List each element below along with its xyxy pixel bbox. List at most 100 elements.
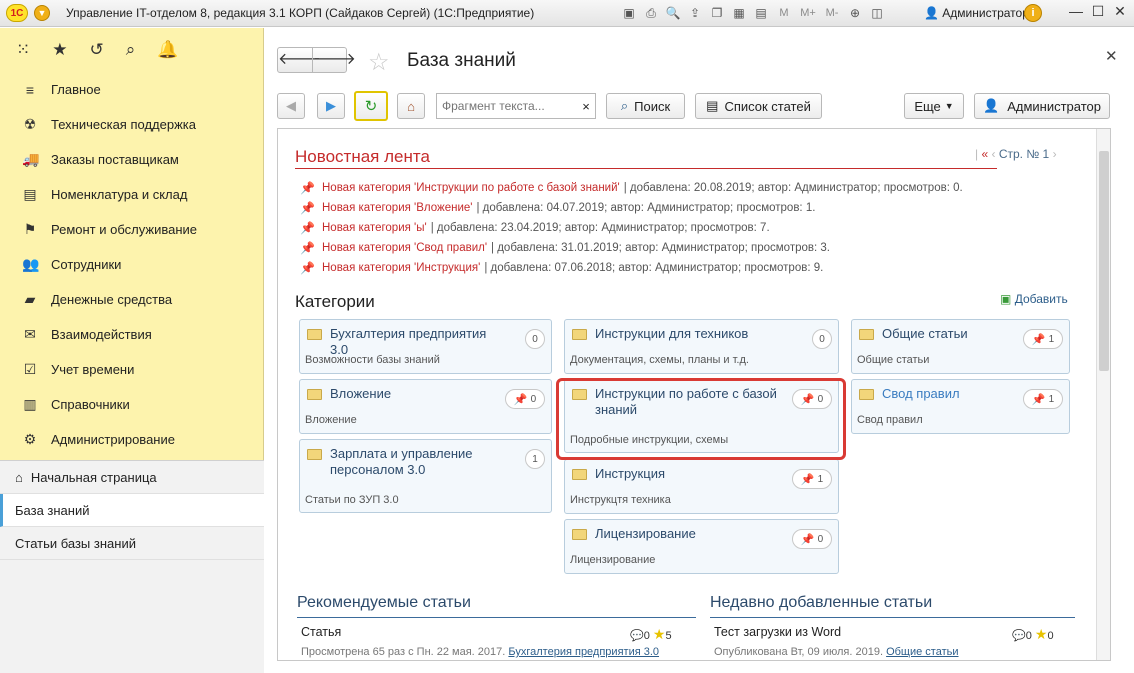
back-arrow-icon[interactable]: 🡐 (278, 48, 321, 72)
content-area: Новостная лента | « ‹ Стр. № 1 › 📌 Новая … (277, 128, 1111, 661)
first-page-button[interactable]: « (981, 147, 988, 161)
knowledge-base-link[interactable]: База знаний (0, 494, 264, 527)
category-title[interactable]: Свод правил (882, 386, 1015, 402)
kb-articles-link[interactable]: Статьи базы знаний (0, 527, 264, 560)
category-card[interactable]: Общие статьи Общие статьи 📌 1 (851, 319, 1070, 374)
category-card[interactable]: Инструкция Инструкцтя техника 📌 1 (564, 459, 839, 514)
category-description: Вложение (305, 414, 357, 426)
recommended-heading: Рекомендуемые статьи (297, 594, 471, 611)
star-icon[interactable]: ★ (52, 40, 67, 60)
refresh-button[interactable]: ↻ (354, 91, 388, 121)
news-item: 📌 Новая категория 'ы' | добавлена: 23.04.2… (300, 218, 963, 238)
titlebar-user[interactable]: 👤 Администратор (924, 6, 1029, 20)
search-input[interactable] (436, 93, 596, 119)
recommended-article-title[interactable]: Статья (301, 625, 341, 639)
sidebar-item-8[interactable]: ☑ Учет времени (0, 352, 263, 387)
pin-icon: 📌 (1031, 333, 1046, 346)
category-card[interactable]: Вложение Вложение 📌 0 (299, 379, 552, 434)
sidebar-item-4[interactable]: ⚑ Ремонт и обслуживание (0, 212, 263, 247)
upload-icon[interactable]: ⇪ (686, 4, 704, 22)
next-page-button[interactable]: › (1053, 147, 1057, 161)
print-icon[interactable]: ⎙ (642, 4, 660, 22)
preview-icon[interactable]: 🔍 (664, 4, 682, 22)
apps-icon[interactable]: ⁙ (16, 40, 30, 60)
recent-category-link[interactable]: Общие статьи (886, 646, 958, 658)
favorite-star-icon[interactable]: ☆ (368, 48, 390, 77)
calendar-icon[interactable]: ▦ (730, 4, 748, 22)
memory-m-button[interactable]: M (774, 4, 794, 22)
article-count-badge: 0 (812, 329, 832, 349)
highlight-frame (556, 378, 846, 460)
folder-icon (307, 449, 322, 460)
sidebar-item-7[interactable]: ✉ Взаимодействия (0, 317, 263, 352)
sidebar-item-10[interactable]: ⚙ Администрирование (0, 422, 263, 457)
pin-icon: 📌 (513, 393, 528, 406)
add-category-button[interactable]: ▣ Добавить (1000, 292, 1068, 306)
sidebar-item-5[interactable]: 👥 Сотрудники (0, 247, 263, 282)
recent-article-title[interactable]: Тест загрузки из Word (714, 625, 841, 639)
memory-plus-button[interactable]: M+ (798, 4, 818, 22)
category-title[interactable]: Общие статьи (882, 326, 1015, 342)
zoom-icon[interactable]: ⊕ (846, 4, 864, 22)
article-list-label: Список статей (724, 98, 811, 114)
category-title[interactable]: Инструкция (595, 466, 784, 482)
article-count-badge: 📌 0 (792, 529, 832, 549)
panels-icon[interactable]: ◫ (868, 4, 886, 22)
copy-icon[interactable]: ❐ (708, 4, 726, 22)
article-list-button[interactable]: ▤ Список статей (695, 93, 822, 119)
category-card[interactable]: Инструкции для техников Документация, схе… (564, 319, 839, 374)
sidebar-item-3[interactable]: ▤ Номенклатура и склад (0, 177, 263, 212)
news-item-title[interactable]: Новая категория 'ы' (322, 222, 427, 234)
category-title[interactable]: Вложение (330, 386, 497, 402)
news-item-title[interactable]: Новая категория 'Свод правил' (322, 242, 487, 254)
category-title[interactable]: Лицензирование (595, 526, 784, 542)
news-item: 📌 Новая категория 'Инструкции по работе с… (300, 178, 963, 198)
category-card[interactable]: Лицензирование Лицензирование 📌 0 (564, 519, 839, 574)
category-title[interactable]: Зарплата и управление персоналом 3.0 (330, 446, 497, 478)
sidebar-item-label: Администрирование (51, 432, 175, 447)
home-button[interactable]: ⌂ (397, 93, 425, 119)
scrollbar-thumb[interactable] (1099, 151, 1109, 371)
category-title[interactable]: Инструкции для техников (595, 326, 784, 342)
folder-icon (307, 329, 322, 340)
find-button[interactable]: ⌕ Поиск (606, 93, 685, 119)
forward-arrow-icon[interactable]: 🡒 (312, 48, 356, 72)
nav-back-button[interactable]: ◀ (277, 93, 305, 119)
category-card[interactable]: Бухгалтерия предприятия 3.0 Возможности б… (299, 319, 552, 374)
nav-forward-button[interactable]: ▶ (317, 93, 345, 119)
search-icon[interactable]: ⌕ (126, 40, 136, 60)
category-card[interactable]: Зарплата и управление персоналом 3.0 Стат… (299, 439, 552, 513)
history-icon[interactable]: ↺ (90, 40, 104, 60)
window-close-button[interactable]: ✕ (1110, 3, 1130, 20)
news-item-title[interactable]: Новая категория 'Вложение' (322, 202, 472, 214)
category-card[interactable]: Свод правил Свод правил 📌 1 (851, 379, 1070, 434)
minimize-button[interactable]: — (1066, 3, 1086, 19)
close-icon[interactable]: ✕ (1105, 47, 1118, 65)
sidebar-item-6[interactable]: ▰ Денежные средства (0, 282, 263, 317)
more-button[interactable]: Еще ▼ (904, 93, 964, 119)
bell-icon[interactable]: 🔔 (157, 40, 178, 60)
user-button[interactable]: 👤 Администратор (974, 93, 1110, 119)
sidebar-item-2[interactable]: 🚚 Заказы поставщикам (0, 142, 263, 177)
save-icon[interactable]: ▣ (620, 4, 638, 22)
news-item-title[interactable]: Новая категория 'Инструкция' (322, 262, 480, 274)
main-menu-button[interactable]: ▼ (34, 5, 50, 21)
news-item: 📌 Новая категория 'Инструкция' | добавлена… (300, 258, 963, 278)
vertical-scrollbar[interactable] (1096, 129, 1110, 660)
sidebar-item-9[interactable]: ▥ Справочники (0, 387, 263, 422)
sidebar-item-0[interactable]: ≡ Главное (0, 72, 263, 107)
article-count: 1 (817, 473, 824, 485)
article-count: 1 (1048, 333, 1055, 345)
article-count-badge: 📌 1 (792, 469, 832, 489)
info-icon[interactable]: i (1024, 4, 1042, 22)
sidebar-item-1[interactable]: ☢ Техническая поддержка (0, 107, 263, 142)
maximize-button[interactable]: ☐ (1088, 3, 1108, 20)
calculator-icon[interactable]: ▤ (752, 4, 770, 22)
recommended-category-link[interactable]: Бухгалтерия предприятия 3.0 (508, 646, 659, 658)
news-item-title[interactable]: Новая категория 'Инструкции по работе с … (322, 182, 620, 194)
home-page-link[interactable]: ⌂ Начальная страница (0, 461, 264, 494)
memory-minus-button[interactable]: M- (822, 4, 842, 22)
clear-search-button[interactable]: × (576, 94, 596, 118)
rating-star-icon: ★ (652, 626, 666, 642)
prev-page-button[interactable]: ‹ (992, 147, 996, 161)
